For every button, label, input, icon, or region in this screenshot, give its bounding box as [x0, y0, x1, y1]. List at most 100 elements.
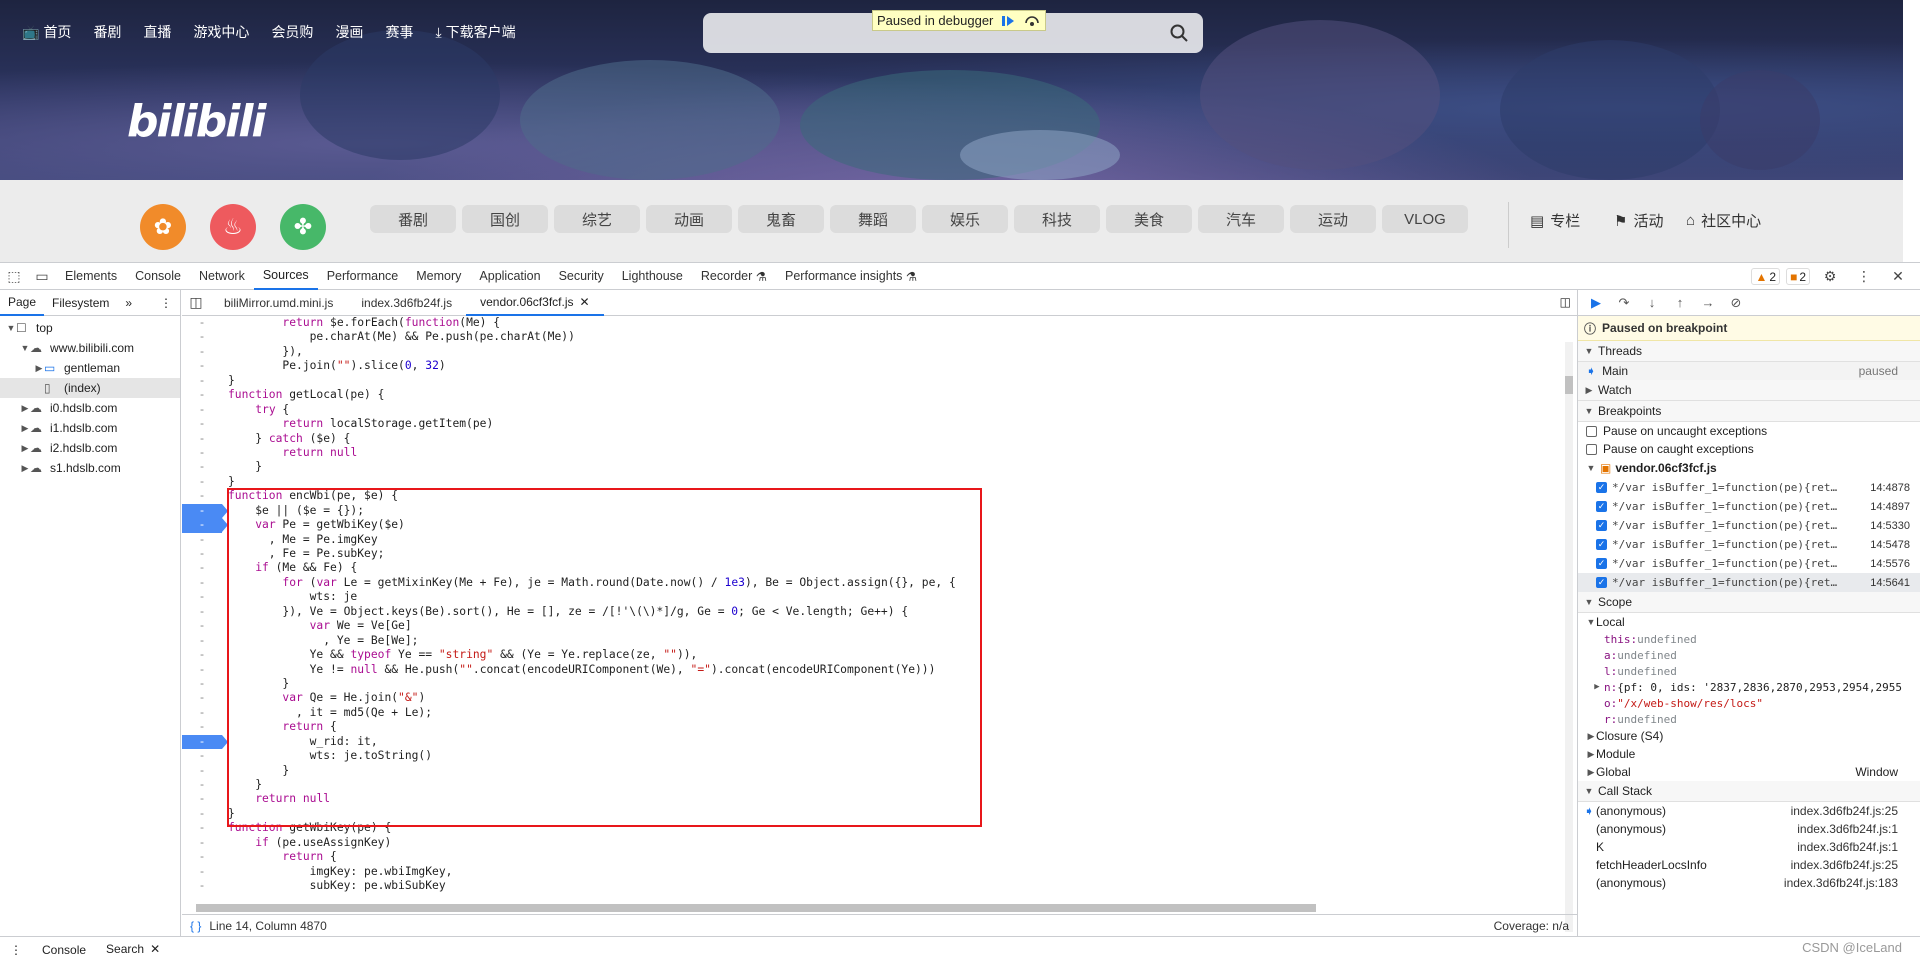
tab-filesystem[interactable]: Filesystem — [44, 290, 117, 316]
code-line[interactable]: - }), Ve = Object.keys(Be).sort(), He = … — [182, 605, 1577, 619]
close-tab-icon[interactable]: ✕ — [150, 942, 160, 956]
line-gutter[interactable]: - — [182, 720, 222, 734]
line-gutter[interactable]: - — [182, 605, 222, 619]
line-gutter[interactable]: - — [182, 316, 222, 330]
activity-link[interactable]: ⚑ 活动 — [1614, 210, 1663, 231]
tab-console[interactable]: Console — [126, 263, 190, 290]
line-gutter[interactable]: - — [182, 359, 222, 373]
line-gutter[interactable]: - — [182, 749, 222, 763]
line-gutter[interactable]: - — [182, 330, 222, 344]
line-gutter[interactable]: - — [182, 706, 222, 720]
code-line[interactable]: - Ye != null && He.push("".concat(encode… — [182, 663, 1577, 677]
horizontal-scrollbar[interactable] — [182, 902, 1577, 914]
breakpoint-marker[interactable]: - — [182, 734, 228, 750]
line-gutter[interactable]: - — [182, 836, 222, 850]
line-gutter[interactable]: - — [182, 533, 222, 547]
tree-item[interactable]: ▶ ☁ i2.hdslb.com — [0, 438, 180, 458]
line-gutter[interactable]: - — [182, 619, 222, 633]
source-code[interactable]: - return $e.forEach(function(Me) {- pe.c… — [182, 316, 1577, 902]
drawer-menu-icon[interactable]: ⋮ — [0, 943, 32, 957]
line-gutter[interactable]: - — [182, 374, 222, 388]
category-item[interactable]: 动画 — [646, 205, 732, 233]
code-line[interactable]: - Ye && typeof Ye == "string" && (Ye = Y… — [182, 648, 1577, 662]
line-gutter[interactable]: - — [182, 388, 222, 402]
dynamic-icon[interactable]: ✿ — [140, 204, 186, 250]
code-line[interactable]: - var Qe = He.join("&") — [182, 691, 1577, 705]
line-gutter[interactable]: - — [182, 778, 222, 792]
line-gutter[interactable]: - — [182, 634, 222, 648]
scope-variable[interactable]: l: undefined — [1578, 663, 1920, 679]
more-options-icon[interactable]: ⋮ — [1850, 263, 1878, 290]
file-tab[interactable]: biliMirror.umd.mini.js — [210, 290, 347, 316]
module-scope[interactable]: ▶ Module — [1578, 745, 1920, 763]
breakpoint-checkbox[interactable]: ✓ — [1596, 558, 1607, 569]
line-gutter[interactable]: - — [182, 432, 222, 446]
code-line[interactable]: - function encWbi(pe, $e) { — [182, 489, 1577, 503]
code-line[interactable]: -} — [182, 807, 1577, 821]
code-line[interactable]: - var Pe = getWbiKey($e) — [182, 518, 1577, 533]
breakpoint-item[interactable]: ✓ */var isBuffer_1=function(pe){ret… 14:53… — [1578, 516, 1920, 535]
breakpoint-item[interactable]: ✓ */var isBuffer_1=function(pe){ret… 14:55… — [1578, 554, 1920, 573]
code-line[interactable]: - } catch ($e) { — [182, 432, 1577, 446]
code-line[interactable]: -} — [182, 475, 1577, 489]
code-line[interactable]: - }), — [182, 345, 1577, 359]
code-line[interactable]: - , Fe = Pe.subKey; — [182, 547, 1577, 561]
category-item[interactable]: 舞蹈 — [830, 205, 916, 233]
code-line[interactable]: - } — [182, 677, 1577, 691]
line-gutter[interactable]: - — [182, 489, 222, 503]
line-gutter[interactable]: - — [182, 417, 222, 431]
breakpoint-checkbox[interactable]: ✓ — [1596, 520, 1607, 531]
scope-variable[interactable]: o: "/x/web-show/res/locs" — [1578, 695, 1920, 711]
code-line[interactable]: - , it = md5(Qe + Le); — [182, 706, 1577, 720]
tree-item[interactable]: ▼ ☐ top — [0, 318, 180, 338]
code-line[interactable]: - $e || ($e = {}); — [182, 503, 1577, 519]
category-item[interactable]: 番剧 — [370, 205, 456, 233]
search-icon[interactable] — [1169, 23, 1189, 43]
nav-anime[interactable]: 番剧 — [93, 22, 121, 42]
channel-icon[interactable]: ✤ — [280, 204, 326, 250]
code-line[interactable]: - imgKey: pe.wbiImgKey, — [182, 865, 1577, 879]
tree-item[interactable]: ▶ ☁ i1.hdslb.com — [0, 418, 180, 438]
code-line[interactable]: - , Me = Pe.imgKey — [182, 533, 1577, 547]
breakpoint-file-group[interactable]: ▼ ▣ vendor.06cf3fcf.js — [1578, 458, 1920, 478]
code-line[interactable]: - for (var Le = getMixinKey(Me + Fe), je… — [182, 576, 1577, 590]
nav-home[interactable]: 📺 首页 — [22, 22, 71, 42]
nav-download[interactable]: ⤓ 下载客户端 — [435, 22, 515, 42]
line-gutter[interactable]: - — [182, 561, 222, 575]
toggle-navigator-icon[interactable]: ◫ — [182, 289, 210, 316]
tab-page[interactable]: Page — [0, 290, 45, 316]
nav-manga[interactable]: 漫画 — [335, 22, 363, 42]
code-line[interactable]: - if (pe.useAssignKey) — [182, 836, 1577, 850]
tree-item[interactable]: ▯ (index) — [0, 378, 180, 398]
toggle-debugger-icon[interactable]: ◫ — [1560, 295, 1571, 309]
call-frame[interactable]: Kindex.3d6fb24f.js:1 — [1578, 838, 1920, 856]
line-gutter[interactable]: - — [182, 345, 222, 359]
code-line[interactable]: - function getLocal(pe) { — [182, 388, 1577, 402]
line-gutter[interactable]: - — [182, 403, 222, 417]
resume-button[interactable] — [999, 13, 1017, 29]
deactivate-breakpoints-icon[interactable]: ⊘ — [1726, 293, 1746, 313]
close-icon[interactable]: ✕ — [1884, 263, 1912, 290]
breakpoint-checkbox[interactable]: ✓ — [1596, 482, 1607, 493]
line-gutter[interactable]: - — [182, 850, 222, 864]
tab-security[interactable]: Security — [550, 263, 613, 290]
line-gutter[interactable]: - — [182, 648, 222, 662]
line-gutter[interactable]: - — [182, 879, 222, 893]
code-line[interactable]: - try { — [182, 403, 1577, 417]
code-line[interactable]: - return { — [182, 720, 1577, 734]
call-frame[interactable]: (anonymous) index.3d6fb24f.js:1 — [1578, 820, 1920, 838]
tab-network[interactable]: Network — [190, 263, 254, 290]
step-out-icon[interactable]: ↑ — [1670, 293, 1690, 313]
device-toolbar-icon[interactable]: ▭ — [28, 263, 56, 290]
code-line[interactable]: - subKey: pe.wbiSubKey — [182, 879, 1577, 893]
category-item[interactable]: 娱乐 — [922, 205, 1008, 233]
line-gutter[interactable]: - — [182, 764, 222, 778]
nav-shop[interactable]: 会员购 — [271, 22, 313, 42]
tab-sources[interactable]: Sources — [253, 263, 318, 290]
scope-variable[interactable]: this: undefined — [1578, 631, 1920, 647]
breakpoint-item[interactable]: ✓ */var isBuffer_1=function(pe){ret… 14:54… — [1578, 535, 1920, 554]
code-line[interactable]: - return localStorage.getItem(pe) — [182, 417, 1577, 431]
code-line[interactable]: - } — [182, 460, 1577, 474]
tab-application[interactable]: Application — [470, 263, 549, 290]
category-item[interactable]: 汽车 — [1198, 205, 1284, 233]
